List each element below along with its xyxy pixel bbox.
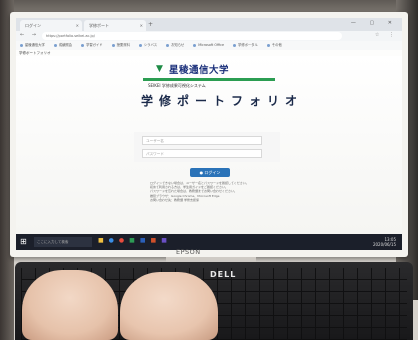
- university-logo: ▼ 星稜通信大学: [156, 62, 266, 76]
- bookmark-item[interactable]: Microsoft Office: [193, 43, 224, 47]
- url-field[interactable]: https://portfolio.seikei.ac.jp/: [42, 32, 342, 40]
- bookmark-item[interactable]: 学習ガイド: [81, 43, 103, 47]
- close-icon[interactable]: ✕: [140, 20, 143, 31]
- bookmark-item[interactable]: 星稜通信大学: [20, 43, 45, 47]
- monitor-brand: EPSON: [176, 248, 201, 256]
- new-tab-button[interactable]: +: [148, 21, 153, 28]
- edge-icon[interactable]: ●: [109, 237, 119, 244]
- bookmarks-bar: 星稜通信大学 成績照会 学習ガイド 授業資料 シラバス お知らせ Microso…: [16, 41, 402, 50]
- divider: [143, 78, 275, 81]
- word-icon[interactable]: ■: [140, 237, 151, 244]
- bookmark-item[interactable]: シラバス: [138, 43, 157, 47]
- logo-text: 星稜通信大学: [169, 65, 230, 76]
- password-input[interactable]: パスワード: [142, 149, 262, 158]
- address-bar: ← → ⟳ https://portfolio.seikei.ac.jp/ ☆ …: [16, 31, 402, 41]
- login-icon: ●: [199, 170, 204, 175]
- username-input[interactable]: ユーザー名: [142, 136, 262, 145]
- system-tray[interactable]: 13:05 2020/06/15: [373, 237, 396, 247]
- bookmark-item[interactable]: 授業資料: [111, 43, 130, 47]
- windows-taskbar: ⊞ ここに入力して検索 ■●●■■■■ 13:05 2020/06/15: [16, 234, 402, 250]
- browser-tab-bar: ログイン ✕ 学修ポート ✕ + — ▢ ✕: [16, 18, 402, 31]
- page-subtitle: SEIKEI 学修成果可視化システム: [148, 83, 206, 88]
- taskbar-search[interactable]: ここに入力して検索: [34, 237, 92, 247]
- logo-mark-icon: ▼: [156, 64, 163, 74]
- bookmark-item[interactable]: 学修ポータル: [233, 43, 258, 47]
- notice-line: お問い合わせ先：教務課 学修支援係: [150, 197, 199, 202]
- close-icon[interactable]: ✕: [76, 20, 79, 31]
- tray-date: 2020/06/15: [372, 242, 396, 247]
- powerpoint-icon[interactable]: ■: [151, 237, 162, 244]
- folder-icon[interactable]: ■: [98, 237, 109, 244]
- tab-label: ログイン: [25, 23, 41, 28]
- left-hand: [22, 270, 118, 340]
- bookmark-item[interactable]: お知らせ: [166, 43, 184, 47]
- tab-portfolio[interactable]: 学修ポート ✕: [84, 20, 146, 31]
- excel-icon[interactable]: ■: [129, 237, 140, 244]
- page-title: 学修ポートフォリオ: [141, 94, 304, 108]
- bookmark-item[interactable]: その他: [266, 43, 282, 47]
- monitor-screen: ログイン ✕ 学修ポート ✕ + — ▢ ✕ ← → ⟳ https://por…: [16, 18, 402, 250]
- start-icon[interactable]: ⊞: [20, 237, 27, 246]
- chrome-icon[interactable]: ●: [119, 237, 129, 244]
- bookmark-item[interactable]: 成績照会: [53, 43, 72, 47]
- extension-icons[interactable]: ☆ ⋮: [375, 32, 398, 38]
- right-hand: [120, 272, 218, 340]
- login-notice: ログインできない場合は、ユーザー名とパスワードを確認してください。 初めて利用さ…: [150, 181, 290, 202]
- tab-login[interactable]: ログイン ✕: [20, 20, 82, 31]
- teams-icon[interactable]: ■: [161, 237, 172, 244]
- login-button[interactable]: ● ログイン: [190, 168, 230, 177]
- login-button-label: ログイン: [204, 170, 221, 175]
- tab-label: 学修ポート: [89, 23, 109, 28]
- window-controls[interactable]: — ▢ ✕: [351, 20, 398, 26]
- taskbar-apps: ■●●■■■■: [98, 237, 172, 244]
- keyboard-brand: DELL: [210, 270, 237, 279]
